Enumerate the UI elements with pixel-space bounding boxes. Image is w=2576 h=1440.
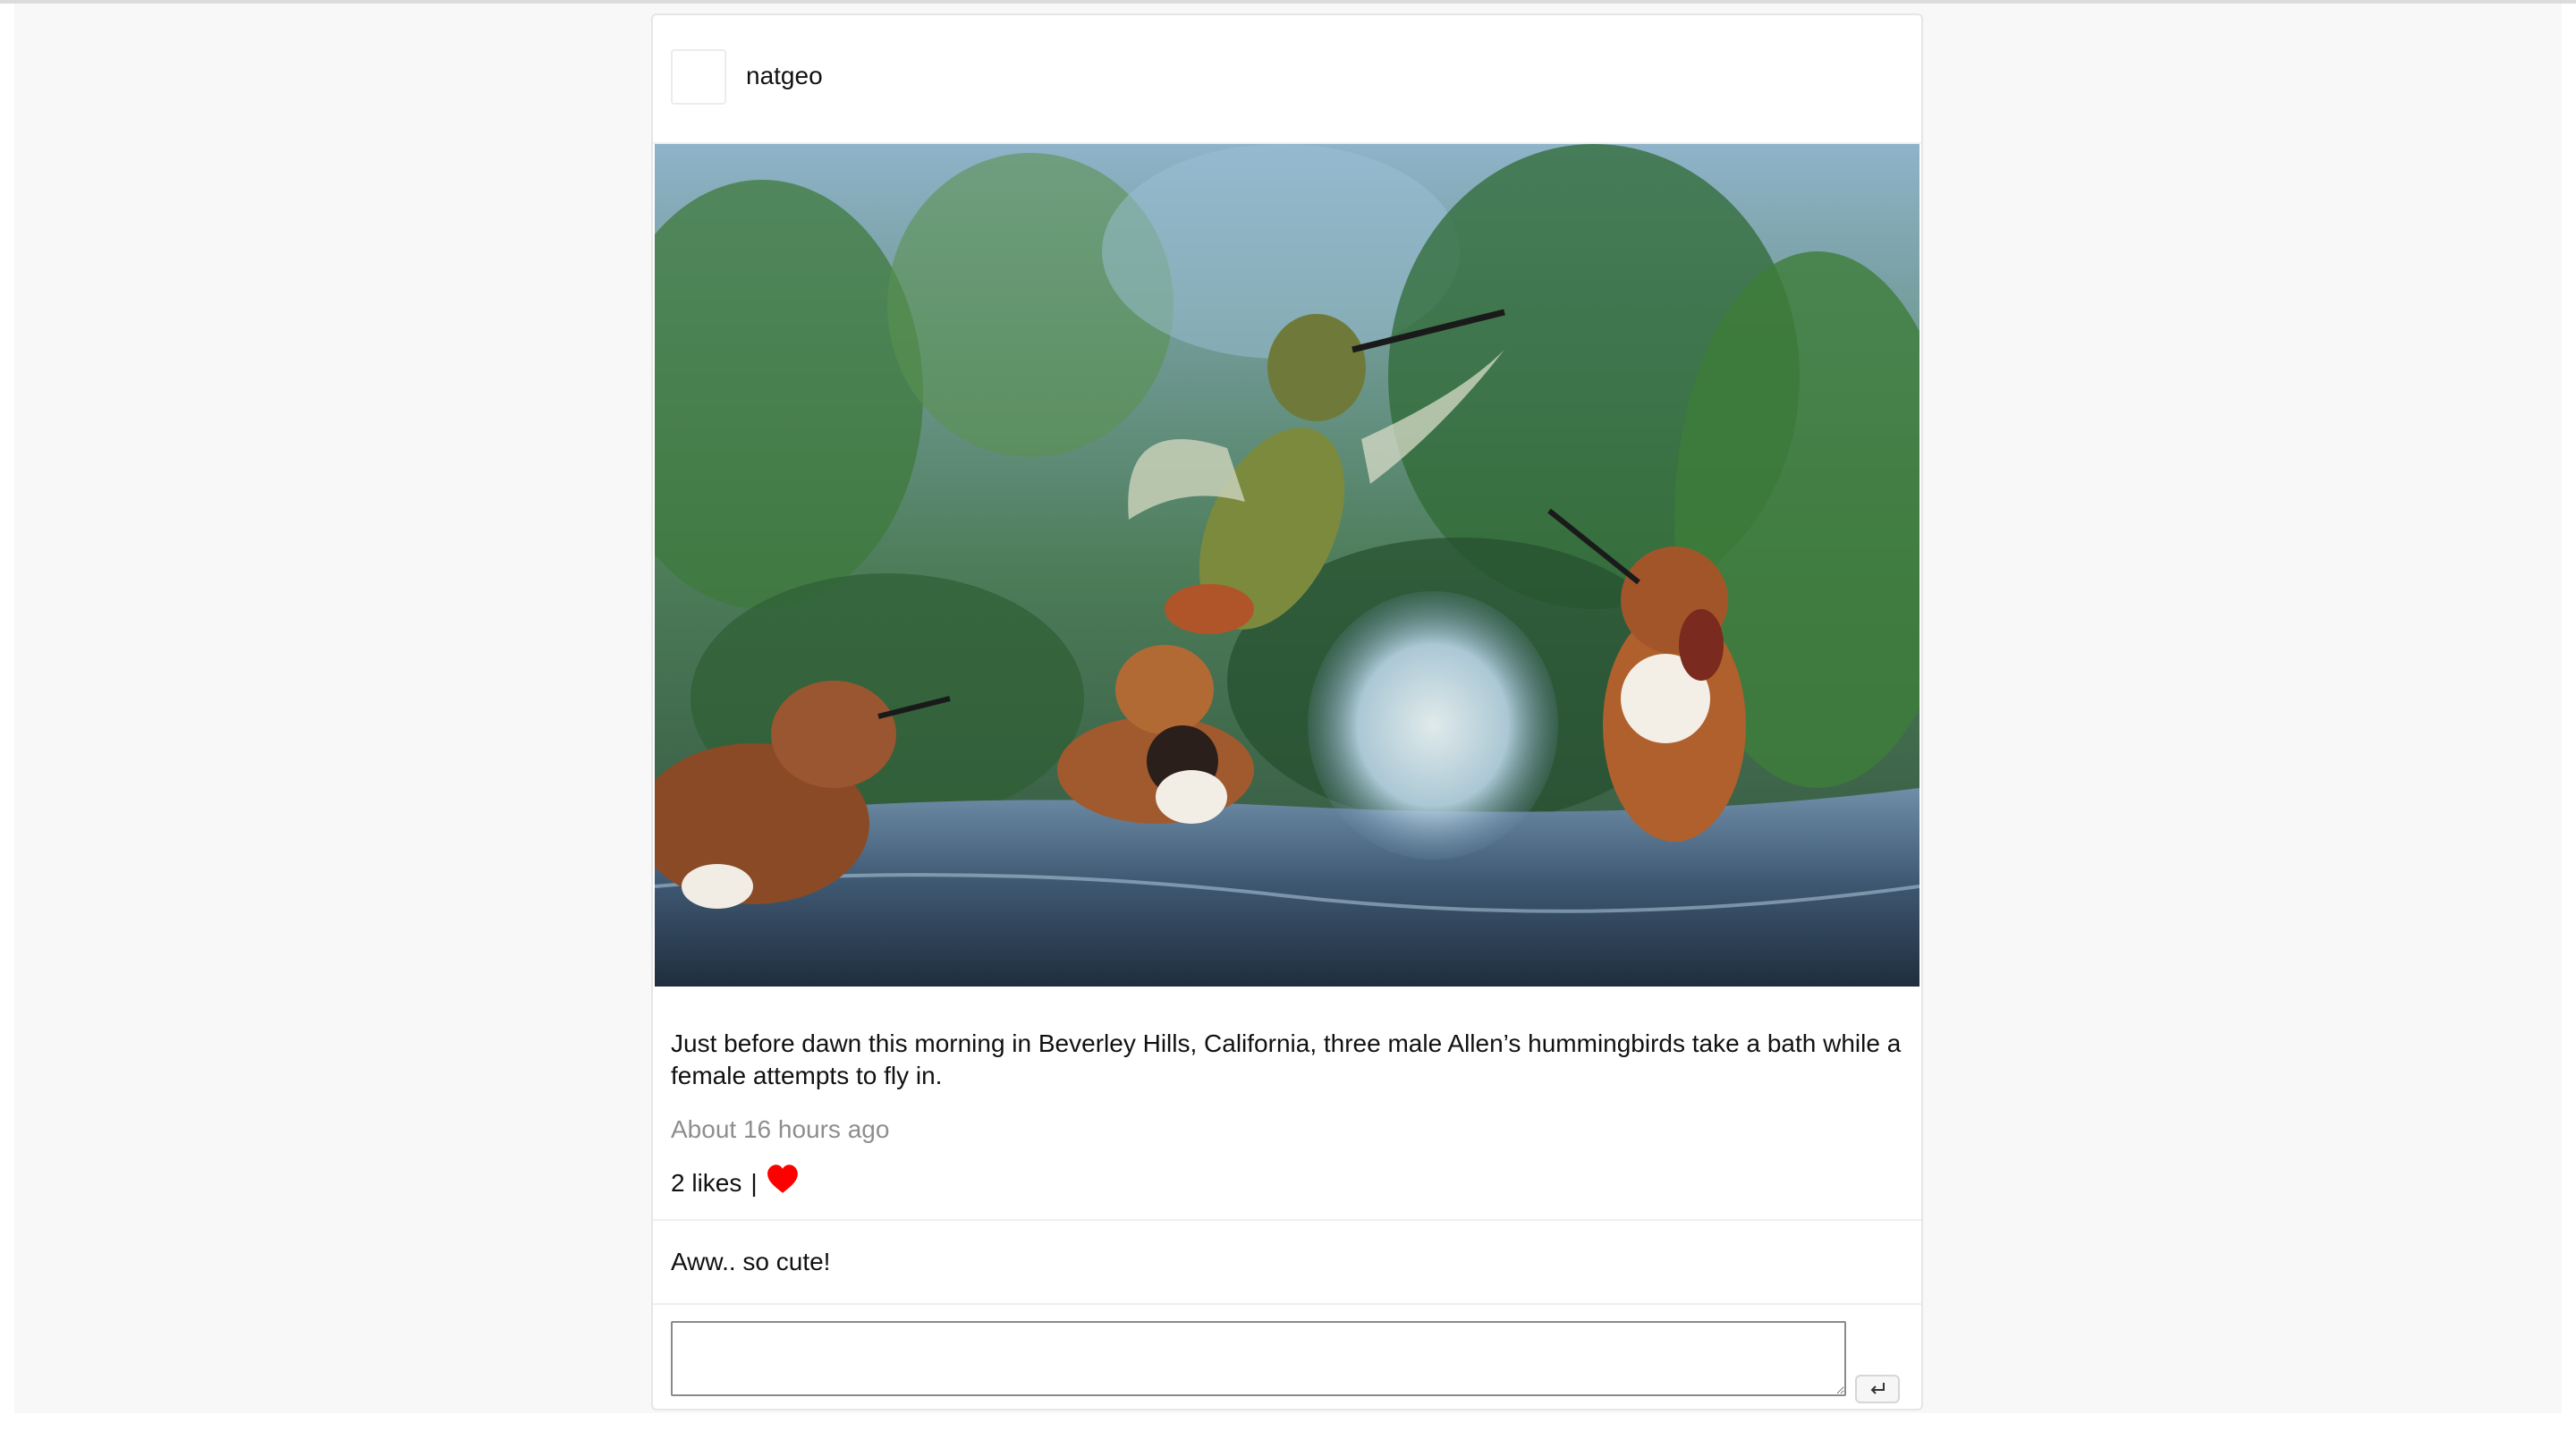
hummingbirds-photo [655,144,1919,987]
username[interactable]: natgeo [746,60,823,92]
post-photo [655,144,1919,987]
heart-icon[interactable] [767,1164,799,1194]
likes-count: 2 likes [671,1169,742,1197]
divider [653,1219,1921,1221]
divider [653,1303,1921,1305]
likes-row: 2 likes | [671,1165,799,1201]
comment-text: Aww.. so cute! [671,1248,831,1275]
likes-separator: | [750,1169,758,1197]
submit-comment-button[interactable] [1855,1375,1900,1403]
post-caption: Just before dawn this morning in Beverle… [671,1029,1902,1089]
comment-input[interactable] [671,1321,1846,1396]
avatar[interactable] [671,49,726,105]
enter-icon [1870,1383,1885,1394]
post-card: natgeo Just before dawn this morning in … [651,13,1923,1410]
post-timestamp: About 16 hours ago [671,1115,890,1143]
post-header: natgeo [653,15,1921,144]
